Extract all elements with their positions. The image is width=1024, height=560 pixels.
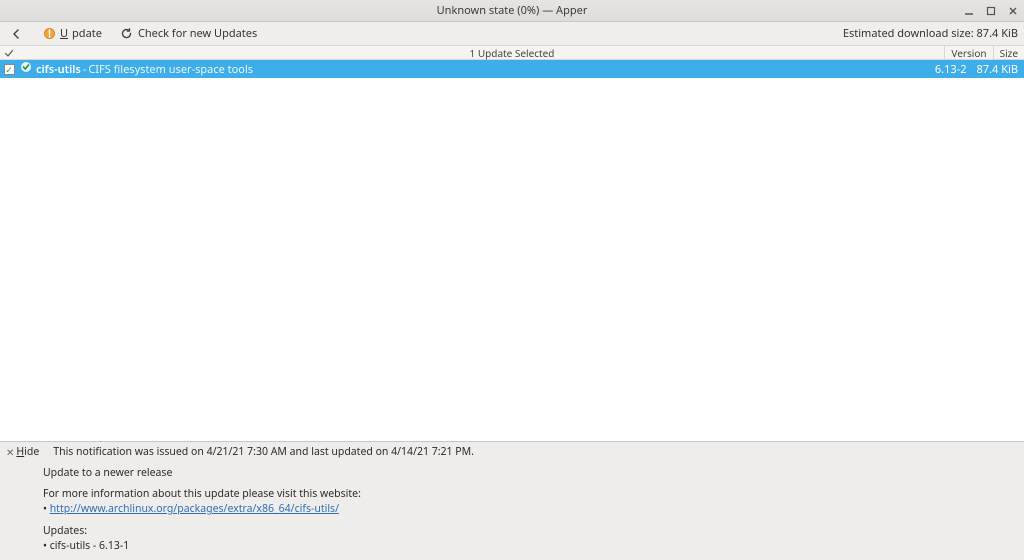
check-updates-button[interactable]: Check for new Updates (116, 24, 261, 43)
package-version: 6.13-2 (935, 62, 977, 77)
titlebar: Unknown state (0%) — Apper (0, 0, 1024, 22)
notification-link[interactable]: http://www.archlinux.org/packages/extra/… (50, 502, 339, 516)
notification-more-info: For more information about this update p… (43, 487, 1018, 502)
bullet: • (43, 502, 50, 516)
maximize-button[interactable] (984, 4, 998, 18)
version-column-header[interactable]: Version (944, 46, 992, 60)
close-button[interactable] (1006, 4, 1020, 18)
bullet: • (43, 539, 50, 553)
package-size: 87.4 KiB (977, 62, 1024, 77)
maximize-icon (986, 6, 996, 16)
notification-panel: ✕ Hide This notification was issued on 4… (0, 441, 1024, 560)
close-icon: ✕ (6, 445, 14, 460)
package-row[interactable]: ✓ cifs-utils - CIFS filesystem user-spac… (0, 60, 1024, 78)
window-controls (962, 4, 1020, 18)
minimize-button[interactable] (962, 4, 976, 18)
updates-label: Updates: (43, 524, 1018, 539)
update-label-u: U (60, 26, 68, 41)
minimize-icon (964, 6, 974, 16)
package-list[interactable]: ✓ cifs-utils - CIFS filesystem user-spac… (0, 60, 1024, 441)
toolbar: Update Check for new Updates Estimated d… (0, 22, 1024, 46)
size-column-header[interactable]: Size (993, 46, 1024, 60)
update-label: pdate (72, 26, 102, 41)
back-button[interactable] (6, 25, 28, 43)
package-icon (20, 61, 32, 77)
selected-count-label: 1 Update Selected (0, 46, 1024, 60)
package-name: cifs-utils (34, 62, 81, 77)
hide-button[interactable]: ✕ Hide (6, 445, 39, 460)
check-icon (4, 48, 14, 58)
column-header: 1 Update Selected Version Size (0, 46, 1024, 60)
download-size-label: Estimated download size: 87.4 KiB (843, 26, 1018, 41)
check-updates-label: Check for new Updates (138, 26, 257, 41)
update-icon (42, 27, 56, 41)
package-description: CIFS filesystem user-space tools (86, 62, 253, 77)
package-checkbox[interactable]: ✓ (4, 64, 15, 75)
close-icon (1008, 6, 1018, 16)
check-all-header[interactable] (0, 48, 18, 58)
update-item: cifs-utils - 6.13-1 (50, 539, 130, 553)
notification-headline: Update to a newer release (43, 466, 1018, 481)
update-button[interactable]: Update (38, 24, 106, 43)
arrow-left-icon (10, 27, 24, 41)
window-title: Unknown state (0%) — Apper (0, 3, 1024, 18)
refresh-icon (120, 27, 134, 41)
notification-issued: This notification was issued on 4/21/21 … (53, 445, 474, 460)
